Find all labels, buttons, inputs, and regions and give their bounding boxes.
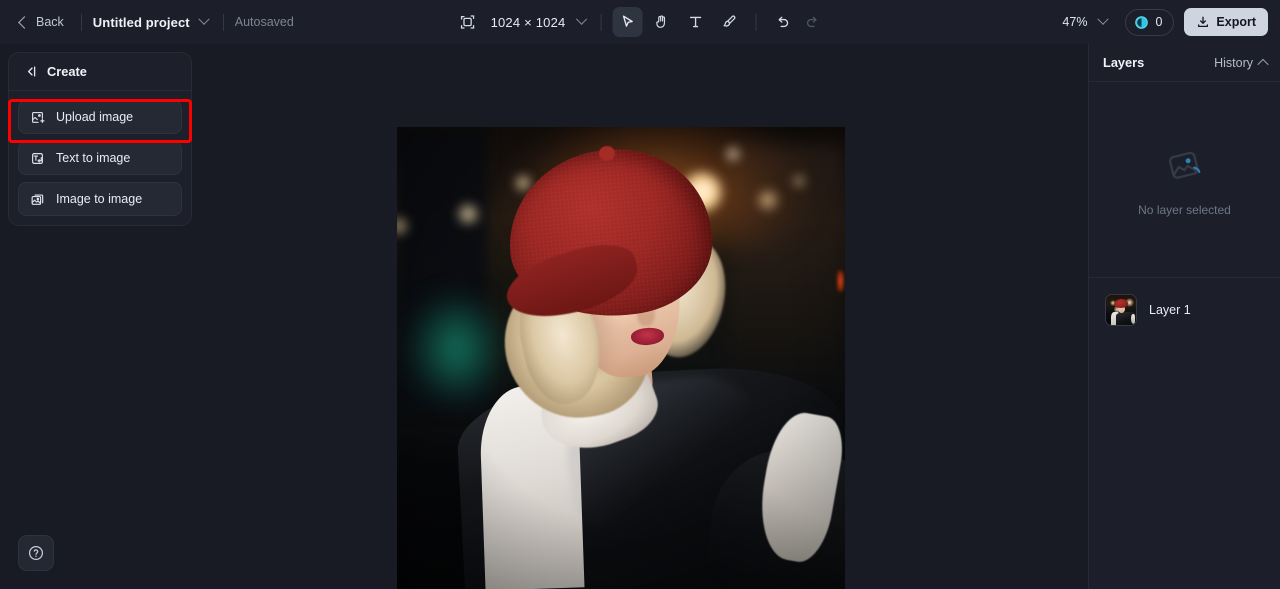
header-left-group: Back Untitled project Autosaved: [0, 11, 294, 33]
text-to-image-icon: [30, 151, 45, 166]
autosave-status: Autosaved: [234, 15, 294, 29]
image-to-image-icon: [30, 192, 45, 207]
create-panel: Create Upload image Text to image Image …: [8, 52, 192, 226]
undo-button[interactable]: [767, 7, 797, 37]
canvas-artwork[interactable]: [397, 127, 845, 589]
text-to-image-label: Text to image: [56, 151, 131, 165]
resize-canvas-icon[interactable]: [453, 7, 483, 37]
tool-group: [612, 7, 744, 37]
divider: [755, 13, 757, 31]
divider: [222, 13, 224, 31]
header-right-group: 47% 0 Export: [1058, 0, 1268, 44]
back-button-label: Back: [36, 15, 64, 29]
hand-tool[interactable]: [646, 7, 676, 37]
layer-row[interactable]: Layer 1: [1099, 288, 1270, 332]
upload-image-icon: [30, 110, 45, 125]
brush-tool[interactable]: [714, 7, 744, 37]
credit-coin-icon: [1135, 15, 1149, 29]
collapse-panel-icon[interactable]: [23, 64, 38, 79]
help-button[interactable]: [18, 535, 54, 571]
chevron-left-icon: [18, 15, 31, 29]
text-to-image-button[interactable]: Text to image: [18, 141, 182, 175]
empty-state-text: No layer selected: [1138, 202, 1231, 217]
layer-name: Layer 1: [1149, 303, 1191, 317]
history-toggle[interactable]: History: [1214, 55, 1269, 70]
image-to-image-button[interactable]: Image to image: [18, 182, 182, 216]
zoom-control[interactable]: 47%: [1058, 11, 1115, 33]
layer-empty-state: No layer selected: [1089, 82, 1280, 278]
divider: [80, 13, 82, 31]
zoom-chevron-down-icon: [1095, 13, 1111, 30]
layers-panel-title: Layers: [1103, 55, 1145, 70]
app-header: Back Untitled project Autosaved 1024 × 1…: [0, 0, 1280, 44]
photo-vignette: [397, 127, 845, 589]
chevron-up-icon: [1257, 58, 1269, 70]
image-placeholder-icon: [1168, 151, 1200, 179]
upload-image-button[interactable]: Upload image: [18, 100, 182, 134]
canvas-size-chevron-down-icon[interactable]: [573, 13, 589, 30]
canvas-size-label[interactable]: 1024 × 1024: [483, 15, 568, 30]
image-to-image-label: Image to image: [56, 192, 143, 206]
layers-panel-header: Layers History: [1089, 44, 1280, 82]
create-panel-header: Create: [9, 53, 191, 91]
project-title[interactable]: Untitled project: [93, 15, 190, 30]
text-tool[interactable]: [680, 7, 710, 37]
layer-thumbnail: [1105, 294, 1137, 326]
layer-list: Layer 1: [1089, 278, 1280, 332]
project-menu-chevron-down-icon[interactable]: [196, 13, 212, 30]
portrait-photo: [397, 127, 845, 589]
redo-button[interactable]: [797, 7, 827, 37]
history-label: History: [1214, 55, 1253, 70]
select-tool[interactable]: [612, 7, 643, 37]
zoom-level-label: 47%: [1062, 15, 1088, 29]
credits-count: 0: [1155, 15, 1163, 29]
download-icon: [1198, 16, 1209, 28]
help-question-icon: [28, 545, 44, 561]
credits-badge[interactable]: 0: [1125, 8, 1175, 36]
divider: [600, 13, 602, 31]
create-panel-title: Create: [47, 64, 87, 79]
header-toolbar: 1024 × 1024: [453, 0, 828, 44]
image-editor-app: Back Untitled project Autosaved 1024 × 1…: [0, 0, 1280, 589]
layers-panel: Layers History No layer selected Layer 1: [1088, 44, 1280, 589]
upload-image-label: Upload image: [56, 110, 134, 124]
export-button-label: Export: [1216, 15, 1256, 29]
back-button[interactable]: Back: [14, 11, 70, 33]
create-options-list: Upload image Text to image Image to imag…: [9, 91, 191, 216]
export-button[interactable]: Export: [1184, 8, 1268, 36]
